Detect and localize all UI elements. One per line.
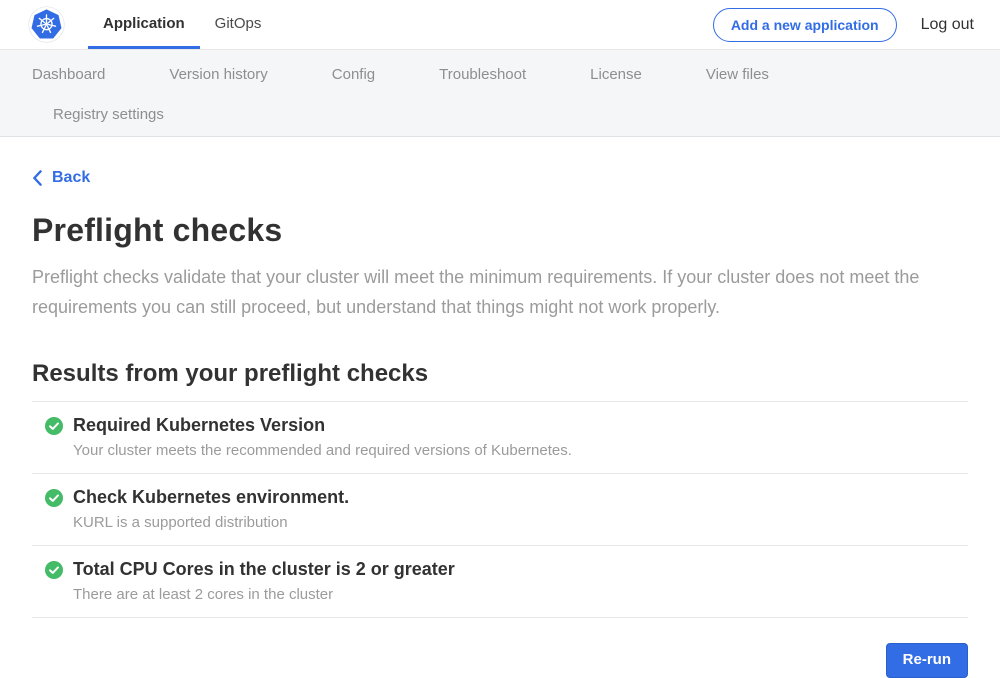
check-text: Check Kubernetes environment. KURL is a …: [73, 487, 349, 531]
subnav-item-registry-settings[interactable]: Registry settings: [53, 106, 164, 123]
subnav-item-view-files[interactable]: View files: [706, 66, 769, 83]
header-actions: Add a new application Log out: [713, 0, 974, 49]
check-text: Total CPU Cores in the cluster is 2 or g…: [73, 559, 455, 603]
check-text: Required Kubernetes Version Your cluster…: [73, 415, 572, 459]
back-link-label: Back: [52, 169, 90, 187]
preflight-page: Back Preflight checks Preflight checks v…: [0, 137, 1000, 678]
preflight-results-list: Required Kubernetes Version Your cluster…: [32, 401, 968, 618]
preflight-check-row: Check Kubernetes environment. KURL is a …: [32, 474, 968, 546]
page-description: Preflight checks validate that your clus…: [32, 262, 968, 322]
chevron-left-icon: [32, 170, 43, 186]
success-check-icon: [45, 417, 63, 435]
back-link[interactable]: Back: [32, 169, 90, 187]
subnav-item-config[interactable]: Config: [332, 66, 375, 83]
check-message: Your cluster meets the recommended and r…: [73, 442, 572, 459]
check-message: KURL is a supported distribution: [73, 514, 349, 531]
check-title: Check Kubernetes environment.: [73, 487, 349, 508]
tab-gitops-label: GitOps: [215, 15, 262, 32]
kubernetes-logo[interactable]: [28, 0, 65, 49]
subnav-item-dashboard[interactable]: Dashboard: [32, 66, 105, 83]
subnav-row-2: Registry settings: [32, 94, 968, 134]
page-title: Preflight checks: [32, 212, 968, 249]
tab-gitops[interactable]: GitOps: [200, 0, 277, 49]
success-check-icon: [45, 561, 63, 579]
subnav-item-license[interactable]: License: [590, 66, 642, 83]
rerun-button[interactable]: Re-run: [886, 643, 968, 678]
success-check-icon: [45, 489, 63, 507]
app-subnav: Dashboard Version history Config Trouble…: [0, 50, 1000, 137]
top-header: Application GitOps Add a new application…: [0, 0, 1000, 50]
check-message: There are at least 2 cores in the cluste…: [73, 586, 455, 603]
check-title: Total CPU Cores in the cluster is 2 or g…: [73, 559, 455, 580]
results-heading: Results from your preflight checks: [32, 360, 968, 388]
kubernetes-logo-icon: [28, 6, 65, 43]
subnav-row-1: Dashboard Version history Config Trouble…: [32, 54, 968, 94]
subnav-item-troubleshoot[interactable]: Troubleshoot: [439, 66, 526, 83]
logout-link[interactable]: Log out: [921, 16, 974, 34]
tab-application-label: Application: [103, 15, 185, 32]
preflight-check-row: Required Kubernetes Version Your cluster…: [32, 402, 968, 474]
footer-actions: Re-run: [32, 643, 968, 678]
add-application-button[interactable]: Add a new application: [713, 8, 897, 42]
preflight-check-row: Total CPU Cores in the cluster is 2 or g…: [32, 546, 968, 618]
top-nav-tabs: Application GitOps: [88, 0, 276, 49]
check-title: Required Kubernetes Version: [73, 415, 572, 436]
tab-application[interactable]: Application: [88, 0, 200, 49]
subnav-item-version-history[interactable]: Version history: [169, 66, 267, 83]
